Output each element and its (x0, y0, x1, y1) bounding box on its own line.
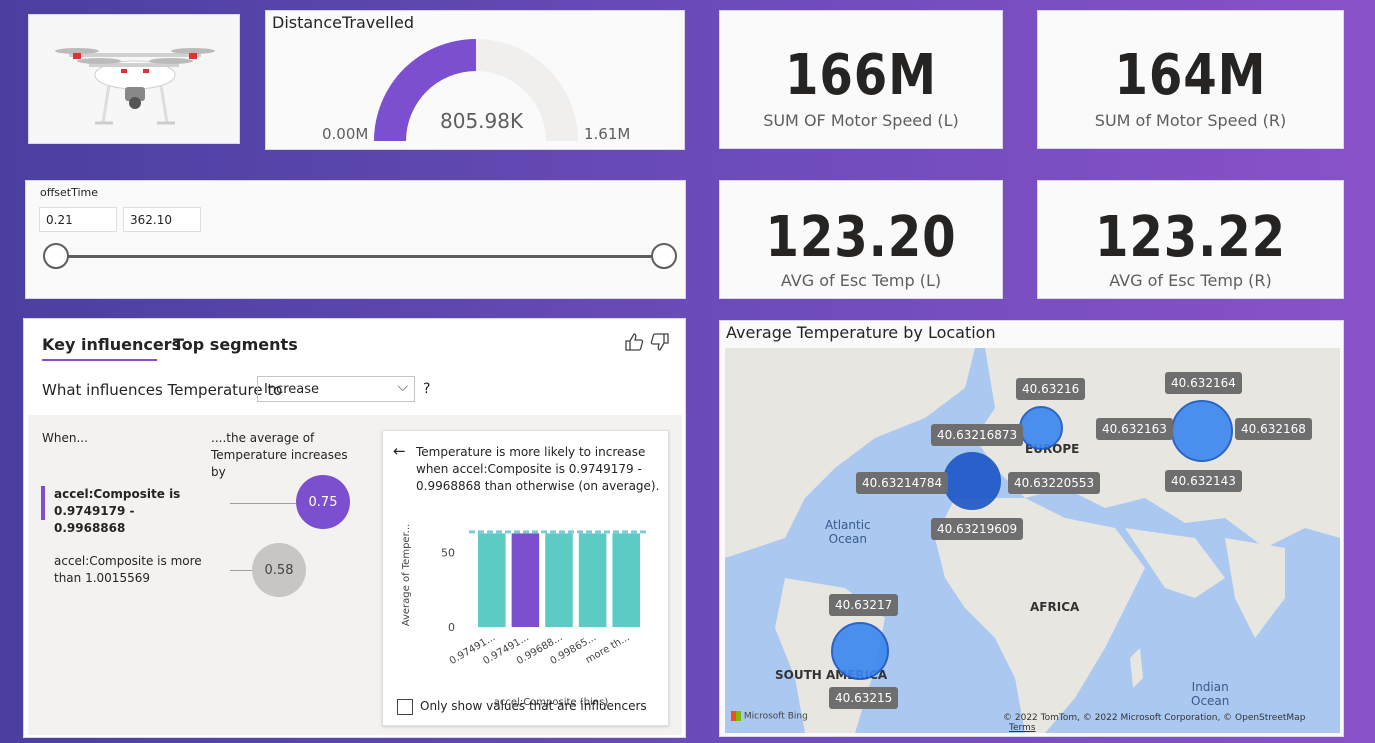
y-tick-label: 50 (441, 547, 455, 560)
map-label: 40.63216 (1016, 378, 1086, 400)
gauge-value: 805.98K (440, 109, 524, 133)
map-label: 40.63219609 (931, 518, 1024, 540)
slicer-max-input[interactable]: 362.10 (123, 207, 201, 232)
connector-line (230, 570, 252, 571)
tab-active-indicator (42, 359, 157, 361)
map-label: 40.63217 (829, 594, 899, 616)
drone-image (28, 14, 240, 144)
map-label: 40.632164 (1165, 372, 1242, 394)
card-value: 123.20 (765, 205, 957, 270)
tab-top-segments[interactable]: Top segments (173, 335, 298, 354)
drone-icon (55, 48, 215, 125)
chevron-down-icon: ⌵ (397, 379, 408, 395)
y-tick-label: 0 (448, 621, 455, 634)
card-label: SUM of Motor Speed (R) (1094, 111, 1287, 130)
bar (578, 533, 607, 627)
map-label: 40.63220553 (1008, 472, 1101, 494)
map-bubble-west-europe[interactable] (943, 452, 1001, 510)
card-esc-temp-right: 123.22 AVG of Esc Temp (R) (1037, 180, 1344, 299)
slicer-min-handle[interactable] (43, 243, 69, 269)
bar (612, 533, 640, 627)
region-label-africa: AFRICA (1030, 600, 1080, 614)
copyright-text[interactable]: © 2022 TomTom, © 2022 Microsoft Corporat… (1003, 713, 1305, 723)
bar (545, 533, 573, 627)
map-label: 40.63216873 (931, 424, 1024, 446)
map-attribution: © 2022 TomTom, © 2022 Microsoft Corporat… (1003, 713, 1340, 733)
card-motor-speed-left: 166M SUM OF Motor Speed (L) (719, 10, 1003, 149)
distance-gauge: DistanceTravelled 805.98K 0.00M 1.61M (265, 10, 685, 150)
card-label: SUM OF Motor Speed (L) (763, 111, 959, 130)
influence-direction-dropdown[interactable]: Increase ⌵ (257, 376, 415, 402)
slicer-min-input[interactable]: 0.21 (39, 207, 117, 232)
map-label: 40.63215 (829, 687, 899, 709)
map-label: 40.63214784 (856, 472, 949, 494)
slicer-max-handle[interactable] (651, 243, 677, 269)
bing-attribution: Microsoft Bing (743, 711, 808, 722)
influencer-detail-card: ← Temperature is more likely to increase… (382, 430, 669, 726)
dropdown-value: Increase (264, 382, 320, 397)
key-influencers-visual: Key influencers Top segments What influe… (23, 318, 686, 738)
slicer-title: offsetTime (40, 186, 99, 199)
detail-text: Temperature is more likely to increase w… (416, 445, 660, 493)
gauge-min-label: 0.00M (322, 125, 369, 143)
average-header: ....the average of Temperature increases… (211, 431, 348, 479)
question-mark: ? (423, 381, 431, 397)
temperature-map: Average Temperature by Location Atlantic… (719, 320, 1344, 737)
checkbox-label: Only show values that are influencers (420, 699, 647, 713)
bar (511, 533, 540, 627)
card-esc-temp-left: 123.20 AVG of Esc Temp (L) (719, 180, 1003, 299)
influencers-only-checkbox[interactable] (397, 699, 413, 715)
card-label: AVG of Esc Temp (L) (780, 271, 942, 290)
back-arrow-icon[interactable]: ← (393, 443, 406, 460)
influence-question: What influences Temperature to (42, 381, 283, 399)
bing-logo: Microsoft Bing (731, 711, 808, 722)
map-title: Average Temperature by Location (726, 323, 996, 342)
influencer-bar-chart: Average of Temper...0500.97491...0.97491… (401, 524, 647, 708)
slicer-track (56, 255, 664, 258)
gauge-max-label: 1.61M (584, 125, 631, 143)
offset-time-slicer: offsetTime 0.21 362.10 (25, 180, 686, 299)
map-label: 40.632143 (1165, 470, 1242, 492)
map-bubble-asia[interactable] (1171, 400, 1233, 462)
influencer-label-2[interactable]: accel:Composite is more than 1.0015569 (54, 553, 204, 587)
connector-line (230, 503, 296, 504)
map-canvas[interactable]: Atlantic Ocean Indian Ocean EUROPE AFRIC… (725, 348, 1340, 733)
terms-link[interactable]: Terms (1009, 723, 1036, 733)
card-value: 166M (785, 43, 937, 108)
map-label: 40.632168 (1235, 418, 1312, 440)
selected-indicator (41, 486, 45, 520)
ocean-label-indian: Indian Ocean (1191, 680, 1230, 708)
card-value: 123.22 (1094, 205, 1287, 270)
card-value: 164M (1114, 43, 1267, 108)
bar (478, 533, 506, 627)
when-header: When... (42, 431, 88, 445)
y-axis-label: Average of Temper... (401, 524, 412, 627)
card-motor-speed-right: 164M SUM of Motor Speed (R) (1037, 10, 1344, 149)
influencer-label-1[interactable]: accel:Composite is 0.9749179 - 0.9968868 (54, 486, 204, 537)
thumbs-up-icon[interactable] (624, 333, 644, 355)
map-label: 40.632163 (1096, 418, 1173, 440)
map-bubble-europe[interactable] (1019, 406, 1063, 450)
influencer-bubble-2[interactable]: 0.58 (252, 543, 306, 597)
thumbs-down-icon[interactable] (650, 333, 670, 355)
card-label: AVG of Esc Temp (R) (1109, 271, 1272, 290)
influencer-bubble-1[interactable]: 0.75 (296, 475, 350, 529)
map-bubble-south-america[interactable] (831, 622, 889, 680)
ocean-label-atlantic: Atlantic Ocean (825, 518, 871, 546)
tab-key-influencers[interactable]: Key influencers (42, 335, 181, 354)
